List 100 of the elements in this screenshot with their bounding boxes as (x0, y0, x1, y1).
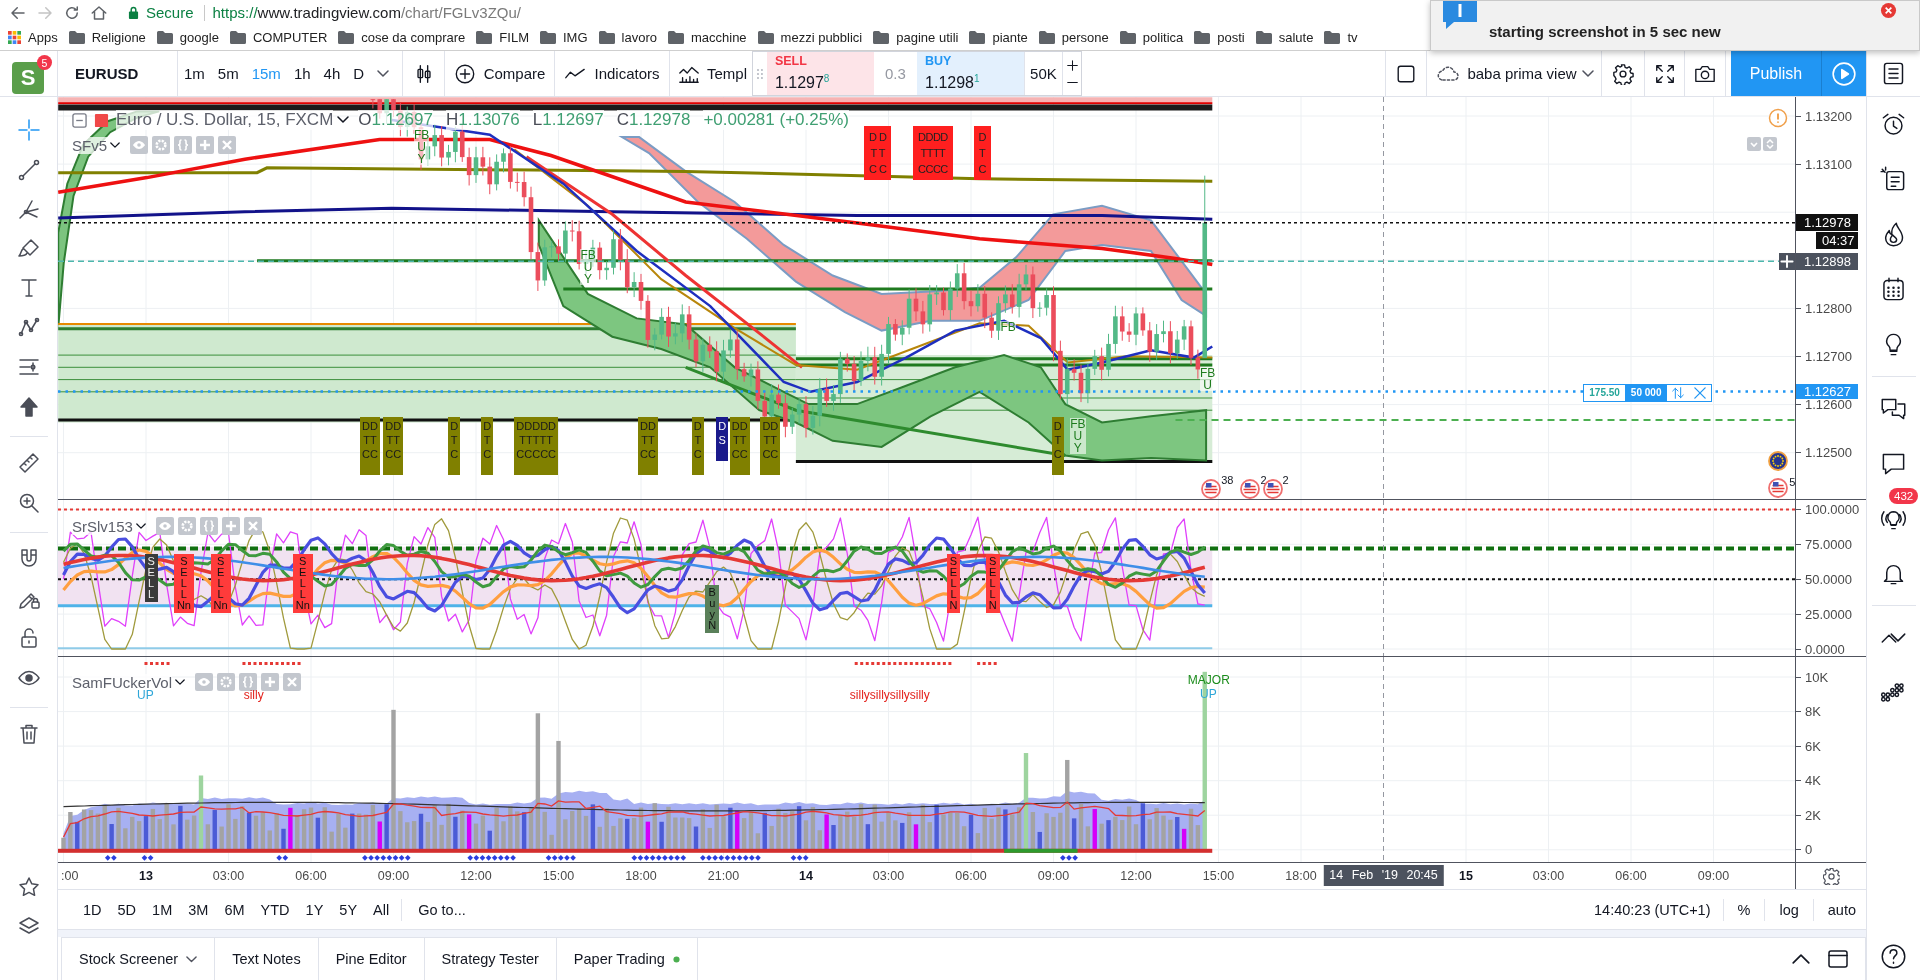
plus-icon[interactable] (1779, 252, 1795, 270)
symbol-marker-icon (94, 112, 109, 128)
signal-label: FB U Y (580, 248, 596, 285)
bookmark-folder[interactable]: posti (1194, 30, 1245, 45)
range-button[interactable]: 3M (180, 901, 217, 918)
bookmark-folder[interactable]: Religione (68, 30, 146, 45)
play-button[interactable] (1821, 51, 1866, 96)
up-down-arrows-icon[interactable] (1672, 386, 1685, 399)
layout-button[interactable]: baba prima view (1427, 51, 1602, 96)
interval-tab[interactable]: 5m (217, 65, 239, 82)
bookmark-folder[interactable]: macchine (667, 30, 747, 45)
scale-option-button[interactable]: log (1769, 901, 1809, 918)
range-button[interactable]: All (365, 901, 398, 918)
range-button[interactable]: 5D (109, 901, 145, 918)
folder-icon (1255, 31, 1272, 44)
range-button[interactable]: 1Y (297, 901, 332, 918)
range-button[interactable]: 5Y (331, 901, 366, 918)
window-icon[interactable] (1828, 950, 1848, 968)
interval-tab[interactable]: 4h (323, 65, 341, 82)
bookmark-folder[interactable]: politica (1119, 30, 1184, 45)
range-button[interactable]: 1M (144, 901, 181, 918)
bookmark-folder[interactable]: salute (1255, 30, 1314, 45)
settings-icon[interactable] (1612, 62, 1634, 85)
time-label: 12:00 (1120, 869, 1152, 883)
price-label: 1.12500 (1796, 446, 1852, 460)
interval-tab[interactable]: D (353, 65, 365, 82)
bookmark-folder[interactable]: tv (1324, 30, 1358, 45)
bookmark-folder[interactable]: google (156, 30, 219, 45)
order-price-tag: 1.12627 (1796, 383, 1858, 399)
range-button[interactable]: 1D (75, 901, 110, 918)
bookmark-folder[interactable]: lavoro (598, 30, 657, 45)
interval-tab[interactable]: 1h (293, 65, 311, 82)
caret-icon[interactable] (110, 141, 120, 149)
fullscreen-icon[interactable] (1653, 62, 1676, 85)
fan-lines-icon[interactable] (16, 197, 41, 221)
notes-icon[interactable] (1880, 166, 1907, 193)
url-text[interactable]: https://www.tradingview.com/chart/FGLv3ZQu/ (212, 4, 521, 21)
panel-tab[interactable]: Paper Trading (556, 938, 698, 980)
trend-line-icon[interactable] (16, 157, 41, 182)
bookmark-folder[interactable]: piante (969, 30, 1028, 45)
apps-shortcut[interactable]: Apps (8, 30, 58, 45)
flag-icon[interactable] (1240, 478, 1261, 499)
quantity-field[interactable]: 50K (1023, 52, 1063, 95)
apps-grid-icon (8, 31, 21, 44)
reload-icon[interactable] (63, 3, 81, 22)
close-icon[interactable] (1694, 386, 1707, 399)
bookmark-folder[interactable]: COMPUTER (229, 30, 328, 45)
alarm-clock-icon[interactable] (1880, 111, 1907, 138)
caret-icon[interactable] (135, 522, 146, 530)
flag-icon[interactable] (1768, 450, 1789, 471)
bookmark-folder[interactable]: persone (1038, 30, 1109, 45)
help-icon[interactable] (1880, 943, 1907, 970)
bookmark-folder[interactable]: IMG (539, 30, 588, 45)
range-button[interactable]: 6M (216, 901, 253, 918)
panel-tab[interactable]: Strategy Tester (424, 938, 557, 980)
caret-icon[interactable] (175, 678, 186, 686)
buy-button[interactable]: BUY 1.1298$^{1}$ (917, 52, 1024, 95)
caret-up-icon[interactable] (1791, 954, 1811, 964)
range-button[interactable]: YTD (252, 901, 298, 918)
time-label: 06:00 (295, 869, 327, 883)
compare-button[interactable]: Compare (445, 51, 555, 96)
templates-button[interactable]: Templ (670, 51, 752, 96)
ohlc-value: L1.12697 (532, 110, 604, 130)
home-icon[interactable] (90, 3, 108, 22)
scale-option-button[interactable]: auto (1817, 901, 1866, 918)
scale-option-button[interactable]: % (1727, 901, 1761, 918)
ruler-icon[interactable] (16, 451, 41, 475)
star-icon[interactable] (16, 875, 41, 899)
plus-icon[interactable] (1066, 59, 1078, 71)
flag-icon[interactable] (1201, 478, 1222, 499)
panel-tab[interactable]: Text Notes (215, 938, 319, 980)
symbol-title[interactable]: Euro / U.S. Dollar, 15, FXCM (116, 110, 334, 130)
caret-icon[interactable] (337, 116, 350, 124)
flag-icon[interactable] (1262, 478, 1283, 499)
indicator-name[interactable]: SamFUckerVol (72, 673, 173, 691)
indicator-name[interactable]: SFv5 (72, 136, 107, 154)
interval-tab[interactable]: 1m (184, 65, 205, 82)
caret-icon[interactable] (377, 69, 390, 78)
calendar-icon[interactable] (1880, 276, 1907, 303)
collapse-icon[interactable] (72, 112, 87, 128)
flag-icon[interactable] (1768, 477, 1789, 498)
panel-tab[interactable]: Stock Screener (62, 938, 216, 980)
sell-button[interactable]: SELL 1.1297$^{8}$ (766, 52, 874, 95)
indicators-button[interactable]: Indicators (555, 51, 670, 96)
settings-icon[interactable] (1822, 867, 1840, 885)
crosshair-price-tag: 1.12898 (1796, 252, 1858, 270)
bookmark-folder[interactable]: cose da comprare (338, 30, 466, 45)
close-icon[interactable] (1880, 2, 1897, 19)
panel-tab[interactable]: Pine Editor (318, 938, 425, 980)
bookmark-folder[interactable]: pagine utili (873, 30, 959, 45)
drag-handle-icon[interactable] (757, 67, 763, 81)
caret-icon (186, 955, 198, 963)
event-count: 38 (1221, 473, 1234, 486)
folder-icon (969, 31, 986, 44)
bookmark-folder[interactable]: FILM (476, 30, 529, 45)
folder-icon (229, 31, 246, 44)
symbol-button[interactable]: EURUSD (58, 51, 178, 96)
bookmark-folder[interactable]: mezzi pubblici (757, 30, 863, 45)
go-to-button[interactable]: Go to... (406, 901, 478, 918)
volume-label: 2K (1796, 808, 1821, 822)
